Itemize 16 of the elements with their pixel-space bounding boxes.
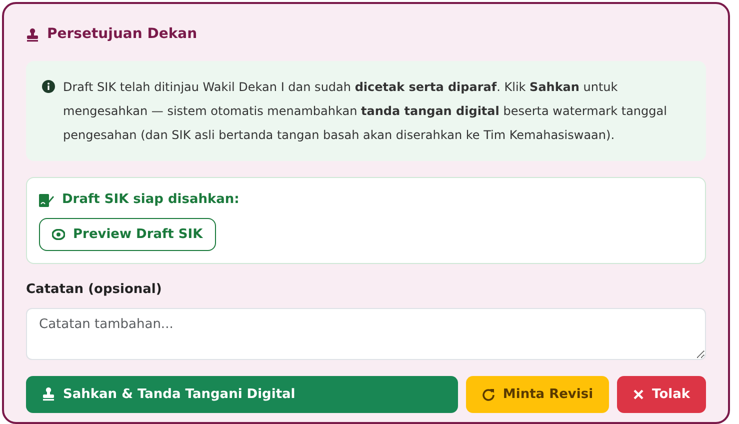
- stamp-icon: [42, 387, 55, 402]
- note-label: Catatan (opsional): [26, 281, 163, 299]
- preview-button[interactable]: Preview Draft SIK: [39, 218, 216, 251]
- note-field[interactable]: Catatan tambahan...: [26, 308, 706, 360]
- approve-button[interactable]: Sahkan & Tanda Tangani Digital: [26, 376, 458, 413]
- document-edit-icon: [39, 192, 54, 207]
- reject-button[interactable]: Tolak: [617, 376, 706, 413]
- eye-icon: [52, 228, 65, 240]
- info-icon: [42, 80, 55, 93]
- revision-button[interactable]: Minta Revisi: [466, 376, 610, 413]
- stamp-icon: [26, 28, 39, 42]
- section-title: Persetujuan Dekan: [47, 25, 198, 44]
- info-text: Draft SIK telah ditinjau Wakil Dekan I dan sudah dicetak serta diparaf. Klik Sahkan untuk mengesahkan — sistem otomatis menambahkan tanda tangan digital beserta watermark tanggal pengesahan (dan SIK asli bertanda tangan basah akan diserahkan ke Tim Kemahasiswaan).: [63, 79, 668, 144]
- close-icon: [633, 388, 644, 400]
- redo-icon: [482, 388, 495, 401]
- draft-heading: Draft SIK siap disahkan:: [62, 191, 240, 209]
